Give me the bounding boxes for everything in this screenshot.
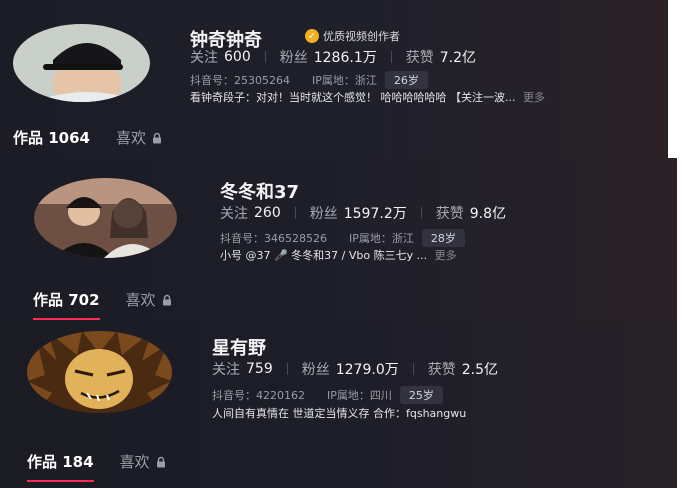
tab-works[interactable]: 作品 184 [27, 451, 94, 482]
avatar-photo [13, 24, 150, 102]
following-count[interactable]: 260 [254, 205, 281, 221]
bio-text: 人间自有真情在 世道定当情义存 合作：fqshangwu [212, 407, 467, 420]
tab-likes[interactable]: 喜欢 [126, 289, 173, 310]
avatar-photo [34, 178, 177, 258]
douyin-id: 4220162 [256, 388, 305, 402]
profile-bio: 人间自有真情在 世道定当情义存 合作：fqshangwu [212, 405, 466, 421]
douyin-id: 25305264 [234, 73, 290, 87]
likes-received-count: 2.5亿 [461, 362, 498, 378]
ip-location: IP属地：四川 [327, 389, 392, 402]
followers-label: 粉丝 [279, 50, 308, 66]
bio-text: 看钟奇段子：对对！当时就这个感觉！ 哈哈哈哈哈哈 【关注一波... [190, 91, 516, 104]
divider [412, 363, 414, 375]
tab-works[interactable]: 作品 1064 [13, 127, 90, 148]
douyin-id: 346528526 [264, 231, 327, 245]
ip-location: IP属地：浙江 [312, 74, 377, 87]
creator-badge-label: 优质视频创作者 [323, 30, 400, 43]
avatar[interactable] [13, 24, 150, 102]
lock-icon [162, 294, 171, 305]
tab-likes-label: 喜欢 [125, 291, 156, 309]
profile-stats: 关注 260 粉丝 1597.2万 获赞 9.8亿 [220, 203, 506, 223]
profile-tabs: 作品 184 喜欢 [27, 451, 167, 482]
age-tag: 26岁 [384, 71, 428, 89]
profile-bio: 看钟奇段子：对对！当时就这个感觉！ 哈哈哈哈哈哈 【关注一波... 更多 [190, 89, 545, 105]
profile-name: 星有野 [212, 338, 266, 359]
likes-received-count: 7.2亿 [439, 50, 476, 66]
tab-works-label: 作品 702 [33, 291, 100, 309]
profile-card-1: 钟奇钟奇 ✓ 优质视频创作者 关注 600 粉丝 1286.1万 获赞 7.2亿… [0, 0, 668, 158]
active-tab-indicator [33, 318, 100, 320]
douyin-id-label: 抖音号： [190, 74, 234, 87]
followers-label: 粉丝 [301, 362, 330, 378]
followers-label: 粉丝 [309, 206, 338, 222]
profile-meta: 抖音号： 346528526 IP属地：浙江 28岁 [220, 229, 465, 247]
verified-check-icon: ✓ [305, 29, 319, 43]
douyin-id-label: 抖音号： [212, 389, 256, 402]
avatar[interactable] [27, 331, 172, 413]
tab-works-label: 作品 184 [27, 453, 94, 471]
age-tag: 28岁 [421, 229, 465, 247]
likes-received-count: 9.8亿 [469, 206, 506, 222]
bio-more-link[interactable]: 更多 [435, 249, 457, 262]
profile-card-3: 星有野 关注 759 粉丝 1279.0万 获赞 2.5亿 抖音号： 42201… [0, 321, 677, 488]
following-label: 关注 [190, 50, 218, 66]
bio-more-link[interactable]: 更多 [523, 91, 545, 104]
active-tab-indicator [27, 480, 94, 482]
followers-count[interactable]: 1286.1万 [314, 47, 377, 67]
lock-icon [153, 132, 161, 143]
tab-likes-label: 喜欢 [115, 129, 146, 147]
divider [264, 51, 266, 63]
divider [286, 363, 288, 375]
tab-works-label: 作品 1064 [13, 129, 90, 147]
profile-bio: 小号 @37 🎤 冬冬和37 / Vbo 陈三七y ... 更多 [220, 247, 457, 263]
following-count[interactable]: 600 [224, 49, 251, 65]
douyin-id-label: 抖音号： [220, 232, 264, 245]
profile-stats: 关注 600 粉丝 1286.1万 获赞 7.2亿 [190, 47, 476, 67]
lock-icon [156, 456, 165, 467]
profile-card-2: 冬冬和37 关注 260 粉丝 1597.2万 获赞 9.8亿 抖音号： 346… [0, 158, 677, 321]
tab-works[interactable]: 作品 702 [33, 289, 100, 320]
followers-count[interactable]: 1279.0万 [336, 359, 399, 379]
avatar-photo [27, 331, 172, 413]
divider [390, 51, 392, 63]
profile-meta: 抖音号： 25305264 IP属地：浙江 26岁 [190, 71, 428, 89]
following-count[interactable]: 759 [246, 361, 273, 377]
profile-tabs: 作品 1064 喜欢 [13, 127, 163, 148]
following-label: 关注 [212, 362, 240, 378]
likes-received-label: 获赞 [405, 50, 434, 66]
ip-location: IP属地：浙江 [349, 232, 414, 245]
profile-name: 冬冬和37 [220, 182, 300, 203]
following-label: 关注 [220, 206, 248, 222]
likes-received-label: 获赞 [427, 362, 456, 378]
bio-text: 小号 @37 🎤 冬冬和37 / Vbo 陈三七y ... [220, 249, 428, 262]
tab-likes[interactable]: 喜欢 [120, 451, 167, 472]
likes-received-label: 获赞 [435, 206, 464, 222]
profile-meta: 抖音号： 4220162 IP属地：四川 25岁 [212, 386, 443, 404]
divider [294, 207, 296, 219]
avatar[interactable] [34, 178, 177, 258]
followers-count[interactable]: 1597.2万 [344, 203, 407, 223]
tab-likes-label: 喜欢 [119, 453, 150, 471]
divider [420, 207, 422, 219]
tab-likes[interactable]: 喜欢 [116, 127, 163, 148]
age-tag: 25岁 [399, 386, 443, 404]
creator-badge: ✓ 优质视频创作者 [305, 28, 400, 44]
profile-stats: 关注 759 粉丝 1279.0万 获赞 2.5亿 [212, 359, 498, 379]
profile-tabs: 作品 702 喜欢 [33, 289, 173, 320]
